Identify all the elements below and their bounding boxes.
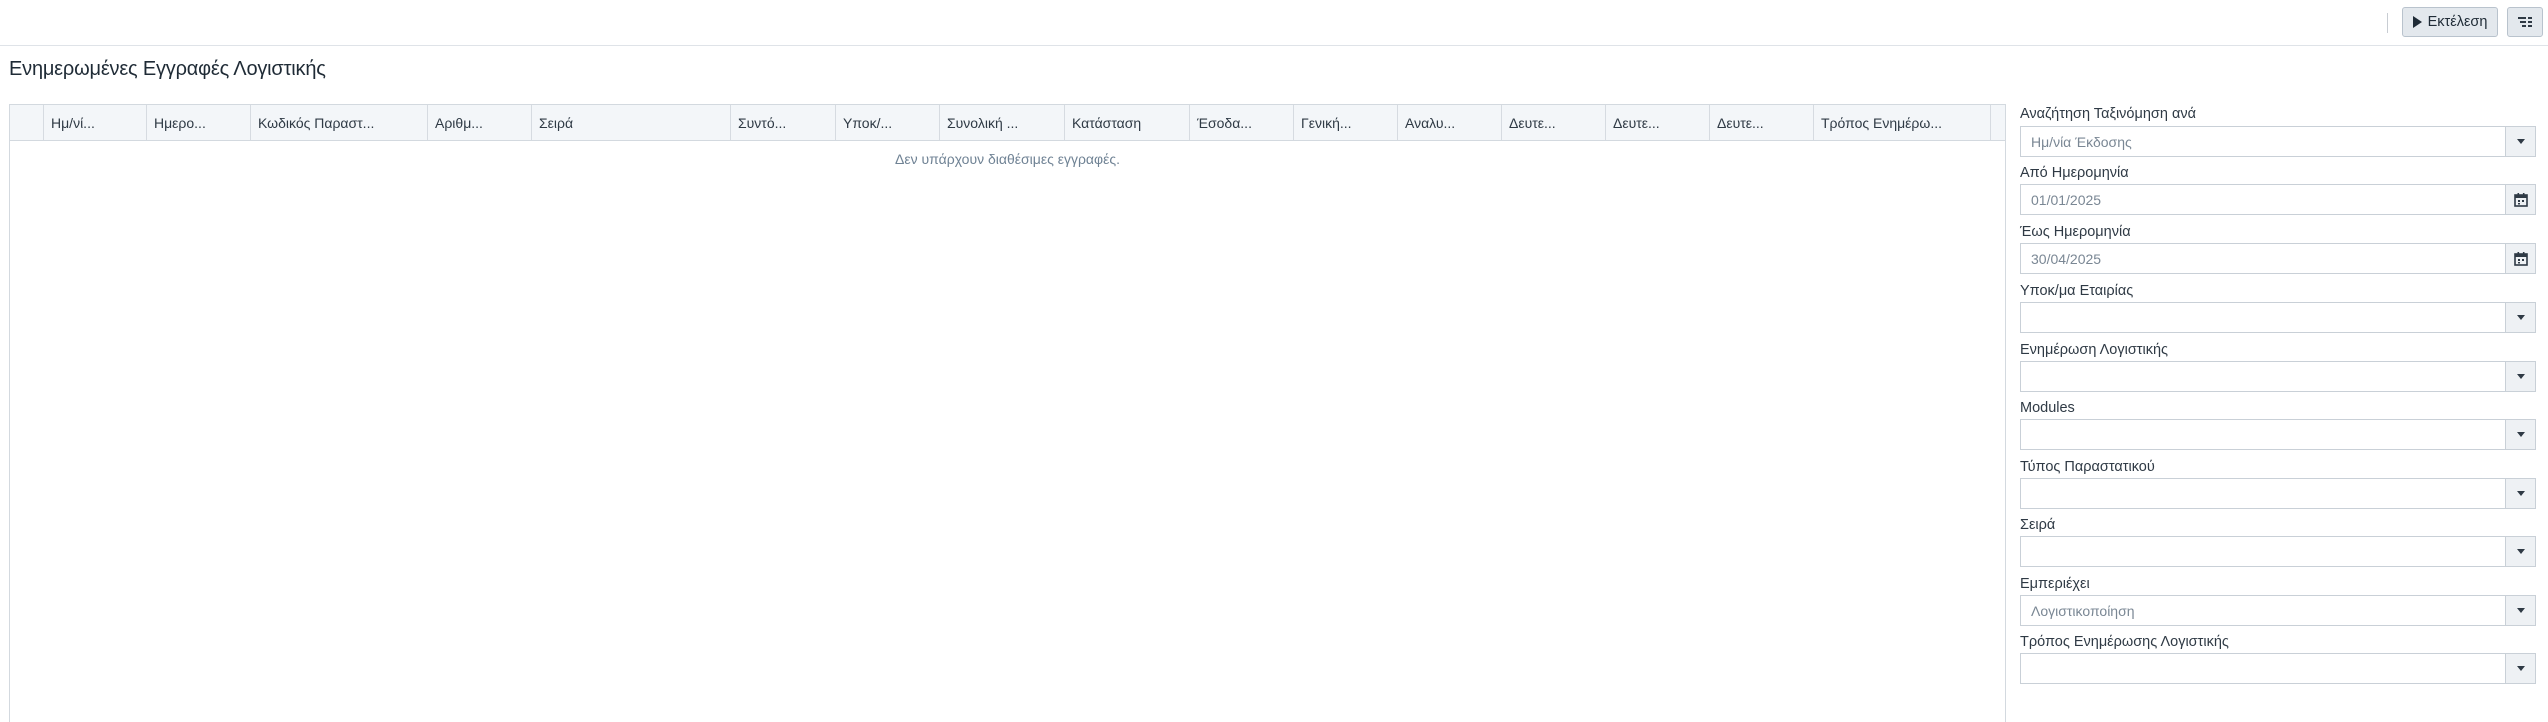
- sort-by-label: Αναζήτηση Ταξινόμηση ανά: [2020, 106, 2196, 122]
- accounting-update-label: Ενημέρωση Λογιστικής: [2020, 342, 2169, 358]
- series-label: Σειρά: [2020, 517, 2056, 533]
- from-date-picker-button[interactable]: [2505, 185, 2535, 214]
- modules-select[interactable]: [2020, 419, 2536, 450]
- column-header[interactable]: Συντό...: [731, 105, 836, 140]
- column-header[interactable]: Αριθμ...: [428, 105, 532, 140]
- contains-value: Λογιστικοποίηση: [2031, 603, 2135, 619]
- calendar-icon: [2513, 251, 2528, 266]
- sort-by-select[interactable]: Ημ/νία Έκδοσης: [2020, 126, 2536, 157]
- filter-list-icon: [2518, 17, 2532, 27]
- update-method-dropdown-button[interactable]: [2505, 654, 2535, 683]
- chevron-down-icon: [2516, 491, 2525, 496]
- run-button-label: Εκτέλεση: [2427, 14, 2488, 30]
- company-branch-dropdown-button[interactable]: [2505, 303, 2535, 332]
- column-header[interactable]: Αναλυ...: [1398, 105, 1502, 140]
- update-method-select[interactable]: [2020, 653, 2536, 684]
- to-date-picker-button[interactable]: [2505, 244, 2535, 273]
- update-method-label: Τρόπος Ενημέρωσης Λογιστικής: [2020, 634, 2229, 650]
- chevron-down-icon: [2516, 549, 2525, 554]
- contains-select[interactable]: Λογιστικοποίηση: [2020, 595, 2536, 626]
- chevron-down-icon: [2516, 374, 2525, 379]
- column-header[interactable]: Κωδικός Παραστ...: [251, 105, 428, 140]
- to-date-field[interactable]: 30/04/2025: [2020, 243, 2536, 274]
- column-header[interactable]: Δευτε...: [1710, 105, 1814, 140]
- column-header[interactable]: Ημ/νί...: [44, 105, 147, 140]
- empty-message: Δεν υπάρχουν διαθέσιμες εγγραφές.: [895, 151, 1120, 167]
- column-header[interactable]: Κατάσταση: [1065, 105, 1190, 140]
- column-header[interactable]: Ημερο...: [147, 105, 251, 140]
- chevron-down-icon: [2516, 666, 2525, 671]
- accounting-update-dropdown-button[interactable]: [2505, 362, 2535, 391]
- sort-by-dropdown-button[interactable]: [2505, 127, 2535, 156]
- run-button[interactable]: Εκτέλεση: [2402, 7, 2498, 37]
- accounting-update-select[interactable]: [2020, 361, 2536, 392]
- chevron-down-icon: [2516, 315, 2525, 320]
- grid-header: Ημ/νί... Ημερο... Κωδικός Παραστ... Αριθ…: [10, 105, 2005, 141]
- column-header[interactable]: Δευτε...: [1502, 105, 1606, 140]
- chevron-down-icon: [2516, 432, 2525, 437]
- document-type-select[interactable]: [2020, 478, 2536, 509]
- records-grid: Ημ/νί... Ημερο... Κωδικός Παραστ... Αριθ…: [9, 104, 2006, 722]
- contains-dropdown-button[interactable]: [2505, 596, 2535, 625]
- company-branch-label: Υποκ/μα Εταιρίας: [2020, 283, 2134, 299]
- from-date-label: Από Ημερομηνία: [2020, 165, 2129, 181]
- filter-options-button[interactable]: [2507, 7, 2543, 37]
- from-date-value: 01/01/2025: [2031, 192, 2102, 208]
- from-date-field[interactable]: 01/01/2025: [2020, 184, 2536, 215]
- column-header[interactable]: Γενική...: [1294, 105, 1398, 140]
- column-header[interactable]: Έσοδα...: [1190, 105, 1294, 140]
- toolbar-divider: [2387, 13, 2388, 33]
- company-branch-select[interactable]: [2020, 302, 2536, 333]
- chevron-down-icon: [2516, 608, 2525, 613]
- play-icon: [2412, 16, 2422, 28]
- column-header[interactable]: Συνολική ...: [940, 105, 1065, 140]
- column-header[interactable]: Δευτε...: [1606, 105, 1710, 140]
- chevron-down-icon: [2516, 139, 2525, 144]
- series-dropdown-button[interactable]: [2505, 537, 2535, 566]
- calendar-icon: [2513, 192, 2528, 207]
- column-header[interactable]: Σειρά: [532, 105, 731, 140]
- modules-dropdown-button[interactable]: [2505, 420, 2535, 449]
- to-date-value: 30/04/2025: [2031, 251, 2102, 267]
- modules-label: Modules: [2020, 400, 2075, 416]
- document-type-dropdown-button[interactable]: [2505, 479, 2535, 508]
- sort-by-value: Ημ/νία Έκδοσης: [2031, 134, 2132, 150]
- top-toolbar: Εκτέλεση: [0, 0, 2548, 46]
- grid-select-column[interactable]: [10, 105, 44, 140]
- contains-label: Εμπεριέχει: [2020, 576, 2090, 592]
- page-title: Ενημερωμένες Εγγραφές Λογιστικής: [9, 58, 326, 80]
- document-type-label: Τύπος Παραστατικού: [2020, 459, 2155, 475]
- column-header[interactable]: Υποκ/...: [836, 105, 940, 140]
- to-date-label: Έως Ημερομηνία: [2020, 224, 2131, 240]
- column-header[interactable]: Τρόπος Ενημέρω...: [1814, 105, 1991, 140]
- series-select[interactable]: [2020, 536, 2536, 567]
